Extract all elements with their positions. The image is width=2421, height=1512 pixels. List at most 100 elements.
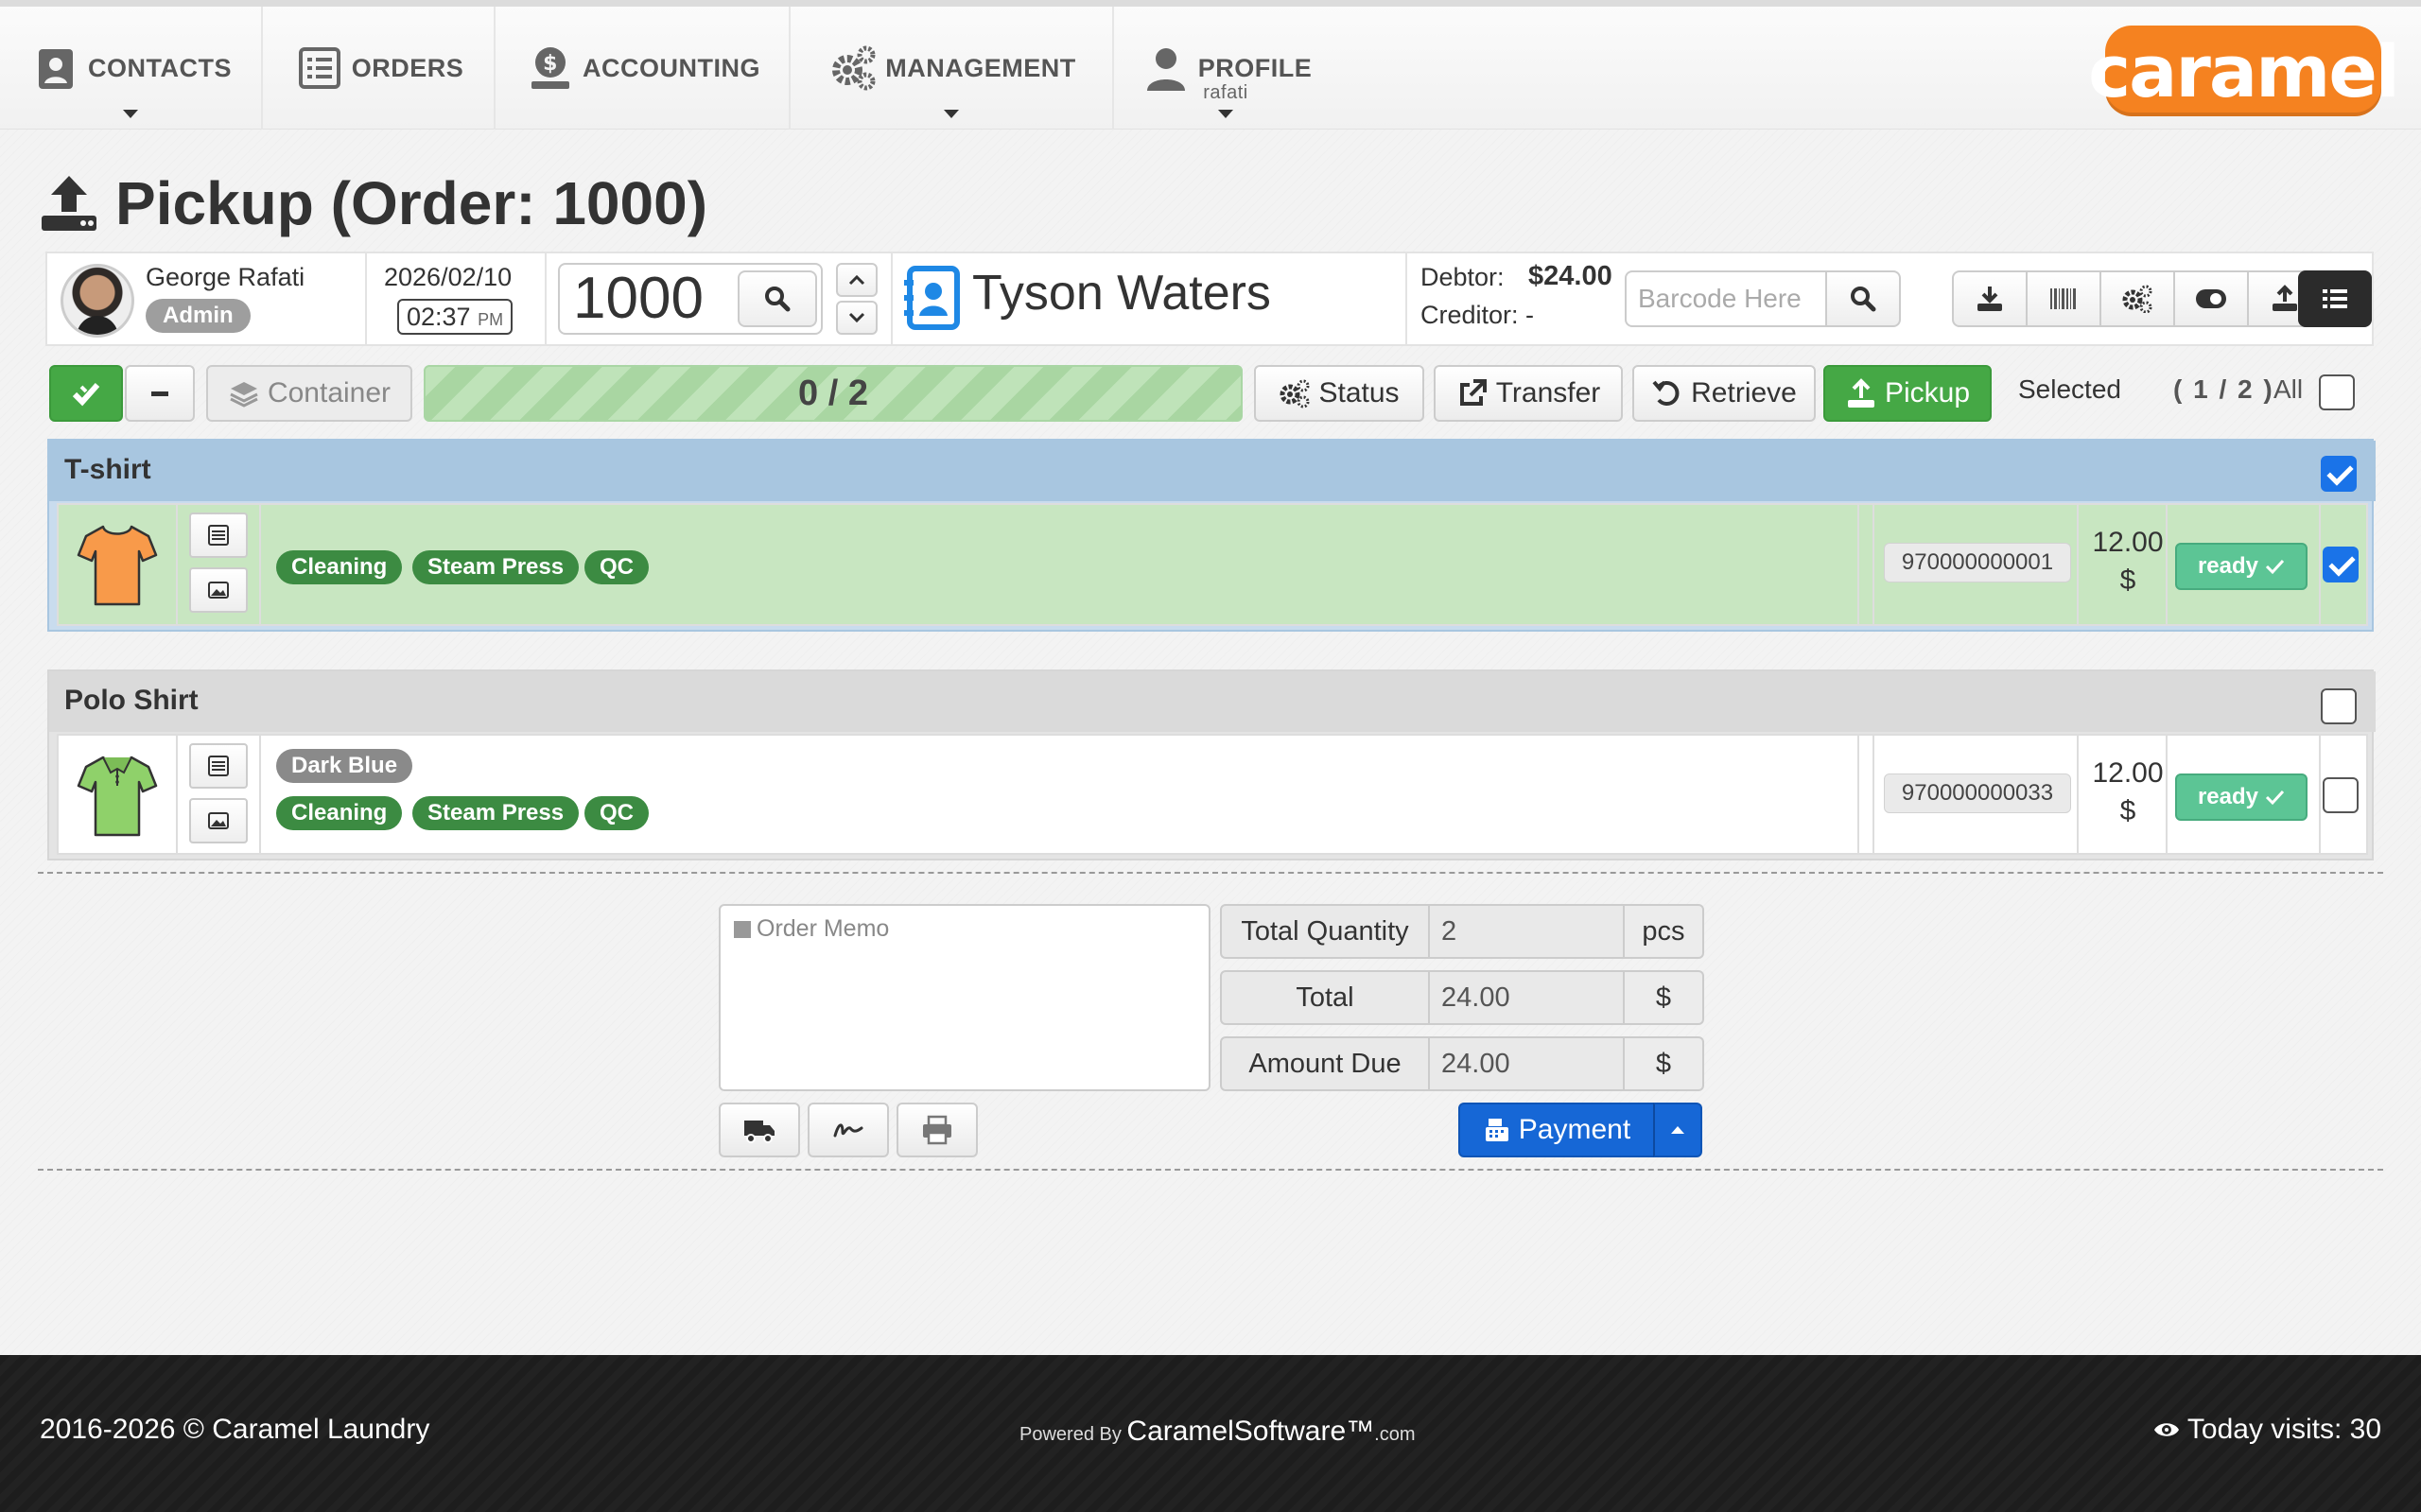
settings-button[interactable] bbox=[2099, 270, 2175, 327]
divider bbox=[2319, 736, 2321, 855]
signature-button[interactable] bbox=[808, 1103, 889, 1157]
delivery-button[interactable] bbox=[719, 1103, 800, 1157]
divider bbox=[891, 253, 893, 344]
print-button[interactable] bbox=[897, 1103, 978, 1157]
select-all-checkbox[interactable] bbox=[2319, 374, 2355, 410]
nav-management[interactable]: MANAGEMENT bbox=[791, 7, 1114, 130]
divider bbox=[2077, 736, 2079, 855]
nav-accounting-label: ACCOUNTING bbox=[583, 53, 760, 82]
gears-icon bbox=[1280, 379, 1310, 408]
status-button[interactable]: Status bbox=[1254, 365, 1424, 422]
customer-name[interactable]: Tyson Waters bbox=[972, 265, 1271, 322]
item-barcode: 970000000001 bbox=[1884, 543, 2071, 582]
service-tag: Steam Press bbox=[412, 796, 580, 830]
barcode-input[interactable]: Barcode Here bbox=[1625, 270, 1827, 327]
double-check-icon bbox=[72, 383, 100, 407]
item-price: 12.00 $ bbox=[2086, 524, 2169, 600]
item-name: T-shirt bbox=[64, 454, 151, 485]
item-details-button[interactable] bbox=[189, 743, 248, 789]
nav-orders[interactable]: ORDERS bbox=[263, 7, 496, 130]
nav-profile[interactable]: PROFILE rafati bbox=[1114, 7, 1337, 130]
total-label: Total bbox=[1220, 970, 1430, 1025]
selected-count: ( 1 / 2 ) bbox=[2173, 374, 2274, 404]
minus-icon bbox=[151, 391, 168, 396]
caramel-logo[interactable]: caramel bbox=[2088, 26, 2400, 116]
divider bbox=[259, 736, 261, 855]
divider bbox=[1405, 253, 1407, 344]
order-memo-placeholder: Order Memo bbox=[757, 915, 890, 942]
item-group-header[interactable]: T-shirt bbox=[49, 441, 2376, 501]
layers-icon bbox=[230, 382, 258, 408]
nav-profile-username: rafati bbox=[1203, 82, 1248, 103]
order-search-button[interactable] bbox=[738, 270, 817, 327]
chevron-down-icon bbox=[848, 312, 865, 323]
status-badge[interactable]: ready bbox=[2175, 773, 2308, 821]
group-select-checkbox[interactable] bbox=[2321, 456, 2357, 492]
toggle-button[interactable] bbox=[2173, 270, 2249, 327]
item-image bbox=[59, 736, 178, 855]
divider bbox=[1872, 736, 1874, 855]
payment-options-button[interactable] bbox=[1653, 1103, 1702, 1157]
divider bbox=[2319, 505, 2321, 624]
receive-button[interactable] bbox=[1952, 270, 2028, 327]
item-photo-button[interactable] bbox=[189, 798, 248, 843]
item-group-tshirt: T-shirt Cleaning Steam Press QC 97000000… bbox=[47, 439, 2376, 632]
item-status: ready bbox=[2197, 553, 2259, 579]
item-details-button[interactable] bbox=[189, 513, 248, 558]
check-icon bbox=[2265, 559, 2285, 575]
pickup-progress-bar: 0 / 2 bbox=[424, 365, 1243, 422]
footer-powered-by[interactable]: Powered By CaramelSoftware™.com bbox=[1019, 1416, 1416, 1448]
amount-due-row: Amount Due 24.00 $ bbox=[1220, 1036, 1704, 1091]
svg-text:$: $ bbox=[543, 52, 558, 76]
amount-due-value: 24.00 bbox=[1430, 1036, 1625, 1091]
deselect-button[interactable] bbox=[125, 365, 195, 422]
image-icon bbox=[208, 812, 229, 829]
item-status: ready bbox=[2197, 784, 2259, 809]
item-select-checkbox[interactable] bbox=[2323, 547, 2359, 582]
role-badge: Admin bbox=[146, 299, 251, 333]
upload-icon bbox=[42, 176, 96, 231]
divider bbox=[2166, 736, 2168, 855]
item-group-header[interactable]: Polo Shirt bbox=[49, 671, 2376, 732]
item-price: 12.00 $ bbox=[2086, 755, 2169, 830]
item-photo-button[interactable] bbox=[189, 567, 248, 613]
barcode-search-button[interactable] bbox=[1825, 270, 1901, 327]
transfer-label: Transfer bbox=[1495, 377, 1601, 408]
total-row: Total 24.00 $ bbox=[1220, 970, 1704, 1025]
barcode-button[interactable] bbox=[2026, 270, 2101, 327]
top-navigation: CONTACTS ORDERS $ ACCOUNTING MANAGEMENT … bbox=[0, 0, 2421, 130]
amount-due-label: Amount Due bbox=[1220, 1036, 1430, 1091]
payment-button[interactable]: Payment bbox=[1458, 1103, 1655, 1157]
item-price-value: 12.00 bbox=[2092, 757, 2164, 789]
group-select-checkbox[interactable] bbox=[2321, 688, 2357, 724]
pickup-button[interactable]: Pickup bbox=[1823, 365, 1992, 422]
transfer-button[interactable]: Transfer bbox=[1434, 365, 1623, 422]
contact-card-icon[interactable] bbox=[902, 265, 961, 331]
status-badge[interactable]: ready bbox=[2175, 543, 2308, 590]
order-memo-textarea[interactable]: Order Memo bbox=[719, 904, 1210, 1091]
total-value: 24.00 bbox=[1430, 970, 1625, 1025]
payment-label: Payment bbox=[1518, 1114, 1631, 1145]
container-button[interactable]: Container bbox=[206, 365, 412, 422]
item-name: Polo Shirt bbox=[64, 685, 199, 716]
chevron-up-icon bbox=[848, 274, 865, 286]
next-order-button[interactable] bbox=[836, 301, 878, 335]
chevron-down-icon bbox=[123, 110, 138, 118]
upload-icon bbox=[2273, 285, 2297, 311]
retrieve-button[interactable]: Retrieve bbox=[1632, 365, 1816, 422]
select-all-check-button[interactable] bbox=[49, 365, 123, 422]
nav-accounting[interactable]: $ ACCOUNTING bbox=[496, 7, 791, 130]
page-title: Pickup (Order: 1000) bbox=[38, 165, 707, 241]
previous-order-button[interactable] bbox=[836, 263, 878, 297]
external-link-icon bbox=[1459, 379, 1487, 406]
item-image bbox=[59, 505, 178, 624]
total-unit: $ bbox=[1625, 970, 1704, 1025]
chevron-down-icon bbox=[1218, 110, 1233, 118]
menu-button[interactable] bbox=[2298, 270, 2372, 327]
creditor-label: Creditor: - bbox=[1420, 301, 1535, 329]
all-label: All bbox=[2273, 374, 2304, 404]
download-icon bbox=[1977, 287, 2002, 311]
list-icon bbox=[208, 525, 229, 546]
item-select-checkbox[interactable] bbox=[2323, 777, 2359, 813]
nav-contacts[interactable]: CONTACTS bbox=[0, 7, 263, 130]
